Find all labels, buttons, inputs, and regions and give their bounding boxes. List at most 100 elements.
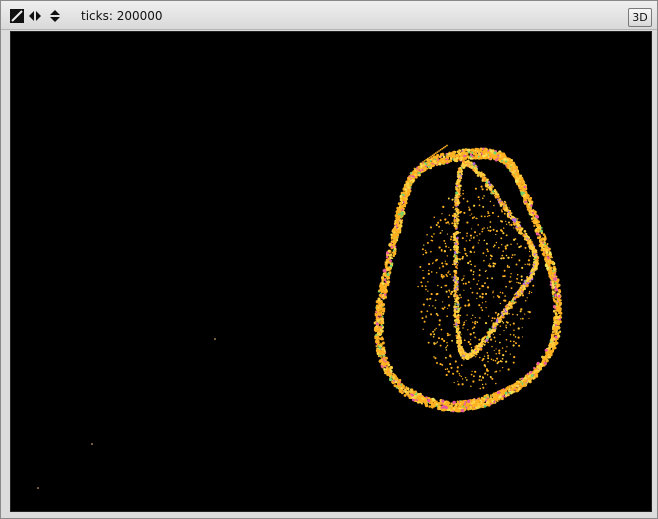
attractor-point	[473, 157, 476, 160]
attractor-point	[502, 250, 504, 252]
attractor-point	[445, 262, 448, 266]
attractor-point	[456, 400, 460, 403]
attractor-point	[557, 297, 561, 301]
attractor-point	[545, 248, 549, 253]
app-window: ticks: 200000 3D	[0, 0, 658, 519]
attractor-point	[379, 290, 381, 292]
attractor-point	[442, 339, 446, 343]
attractor-point	[438, 225, 441, 228]
attractor-point	[467, 399, 471, 403]
view-3d-button[interactable]: 3D	[628, 8, 652, 27]
simulation-view[interactable]	[10, 31, 652, 512]
attractor-point	[408, 177, 411, 180]
attractor-point	[494, 326, 497, 329]
attractor-point	[484, 215, 486, 218]
attractor-point	[455, 191, 459, 195]
attractor-point	[497, 246, 500, 249]
attractor-point	[389, 264, 393, 268]
attractor-point	[555, 341, 559, 345]
attractor-point	[523, 229, 527, 233]
attractor-point	[454, 360, 457, 363]
attractor-point	[422, 253, 425, 256]
attractor-point	[380, 284, 384, 288]
attractor-point	[513, 227, 515, 229]
attractor-point	[493, 155, 497, 160]
attractor-point	[553, 338, 556, 341]
attractor-point	[383, 289, 387, 294]
attractor-point	[555, 275, 558, 278]
attractor-point	[438, 323, 441, 326]
attractor-point	[553, 344, 556, 347]
attractor-point	[519, 174, 523, 178]
attractor-point	[459, 340, 462, 343]
pan-vertical-icon[interactable]	[48, 9, 62, 23]
zoom-icon[interactable]	[10, 9, 24, 23]
attractor-point	[455, 260, 458, 263]
attractor-point	[459, 374, 461, 377]
attractor-point	[390, 238, 393, 240]
attractor-point	[542, 233, 546, 236]
attractor-point	[516, 243, 518, 245]
attractor-point	[523, 379, 528, 383]
attractor-point	[483, 174, 486, 177]
attractor-point	[523, 235, 526, 238]
attractor-point	[522, 284, 526, 288]
attractor-point	[374, 327, 378, 330]
attractor-point	[534, 218, 537, 221]
attractor-point	[472, 273, 475, 276]
attractor-point	[525, 374, 529, 378]
attractor-point	[461, 353, 464, 356]
attractor-point	[455, 331, 458, 333]
attractor-point	[506, 266, 509, 268]
attractor-point	[456, 267, 458, 270]
attractor-point	[464, 156, 467, 160]
attractor-point	[394, 377, 398, 381]
attractor-point	[474, 170, 477, 173]
attractor-point	[451, 222, 454, 225]
pan-horizontal-icon[interactable]	[28, 9, 42, 23]
attractor-point	[548, 250, 551, 253]
attractor-point	[449, 248, 452, 251]
attractor-point	[384, 283, 387, 287]
attractor-point	[416, 399, 418, 402]
attractor-point	[427, 341, 430, 344]
attractor-point	[508, 221, 510, 224]
attractor-point	[389, 372, 392, 376]
attractor-point	[457, 319, 461, 322]
attractor-point	[454, 292, 457, 295]
attractor-point	[435, 402, 439, 406]
attractor-point	[454, 233, 457, 235]
attractor-point	[485, 306, 487, 309]
attractor-point	[376, 332, 380, 335]
attractor-point	[491, 320, 493, 322]
attractor-point	[459, 349, 462, 352]
attractor-point	[472, 380, 475, 383]
attractor-point	[402, 191, 406, 195]
attractor-point	[447, 401, 451, 405]
attractor-point	[481, 309, 484, 312]
attractor-point	[422, 269, 424, 272]
attractor-point	[454, 222, 456, 225]
attractor-point	[557, 304, 560, 307]
attractor-point	[410, 172, 413, 175]
attractor-point	[499, 302, 501, 305]
attractor-point	[499, 316, 502, 319]
attractor-point	[550, 338, 554, 342]
attractor-point	[453, 242, 456, 244]
attractor-point	[551, 293, 555, 296]
attractor-point	[505, 324, 507, 327]
attractor-point	[414, 173, 417, 177]
attractor-point	[477, 171, 480, 174]
attractor-point	[485, 255, 487, 257]
attractor-point	[386, 252, 389, 255]
attractor-point	[479, 156, 484, 160]
attractor-point	[422, 276, 425, 280]
attractor-point	[516, 273, 519, 276]
attractor-point	[495, 370, 498, 373]
attractor-point	[495, 382, 497, 385]
attractor-point	[475, 398, 478, 401]
attractor-point	[436, 153, 440, 157]
attractor-point	[374, 335, 378, 339]
attractor-point	[476, 148, 478, 151]
attractor-point	[507, 210, 510, 213]
